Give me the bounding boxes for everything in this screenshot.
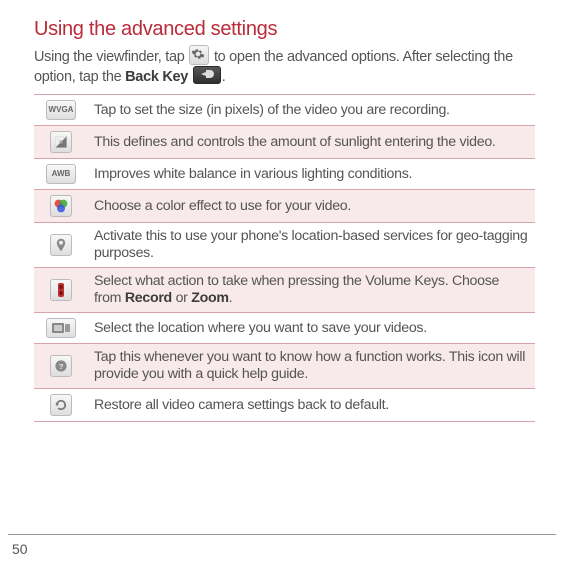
row-desc: Tap to set the size (in pixels) of the v… [88, 95, 535, 126]
row-desc: Tap this whenever you want to know how a… [88, 344, 535, 389]
row-desc: Restore all video camera settings back t… [88, 389, 535, 422]
table-row: This defines and controls the amount of … [34, 126, 535, 159]
table-row: Restore all video camera settings back t… [34, 389, 535, 422]
row-desc: Select the location where you want to sa… [88, 313, 535, 344]
intro-period: . [222, 69, 226, 85]
table-row: Activate this to use your phone's locati… [34, 223, 535, 268]
row-text: . [229, 290, 233, 306]
table-row: Select what action to take when pressing… [34, 268, 535, 313]
row-desc: Activate this to use your phone's locati… [88, 223, 535, 268]
row-desc: This defines and controls the amount of … [88, 126, 535, 159]
table-row: Choose a color effect to use for your vi… [34, 190, 535, 223]
table-row: AWB Improves white balance in various li… [34, 159, 535, 190]
brightness-icon [50, 131, 72, 153]
table-row: Select the location where you want to sa… [34, 313, 535, 344]
color-effect-icon [50, 195, 72, 217]
geotag-icon [50, 234, 72, 256]
wvga-icon: WVGA [46, 100, 76, 120]
section-title: Using the advanced settings [34, 18, 535, 41]
intro-text-1: Using the viewfinder, tap [34, 49, 188, 65]
volume-key-icon [50, 279, 72, 301]
table-row: WVGA Tap to set the size (in pixels) of … [34, 95, 535, 126]
row-text: or [172, 290, 191, 306]
page-number: 50 [12, 541, 28, 557]
row-desc: Choose a color effect to use for your vi… [88, 190, 535, 223]
footer-rule [8, 534, 556, 535]
back-key-label: Back Key [125, 69, 188, 85]
reset-icon [50, 394, 72, 416]
row-bold: Zoom [191, 290, 228, 306]
table-row: ? Tap this whenever you want to know how… [34, 344, 535, 389]
gear-icon [189, 45, 209, 65]
settings-table: WVGA Tap to set the size (in pixels) of … [34, 94, 535, 422]
intro-paragraph: Using the viewfinder, tap to open the ad… [34, 45, 535, 86]
document-page: Using the advanced settings Using the vi… [0, 0, 565, 422]
row-desc: Select what action to take when pressing… [88, 268, 535, 313]
help-icon: ? [50, 355, 72, 377]
row-desc: Improves white balance in various lighti… [88, 159, 535, 190]
awb-icon: AWB [46, 164, 76, 184]
back-key-icon [193, 66, 221, 84]
row-bold: Record [125, 290, 172, 306]
storage-icon [46, 318, 76, 338]
svg-text:?: ? [59, 362, 64, 371]
